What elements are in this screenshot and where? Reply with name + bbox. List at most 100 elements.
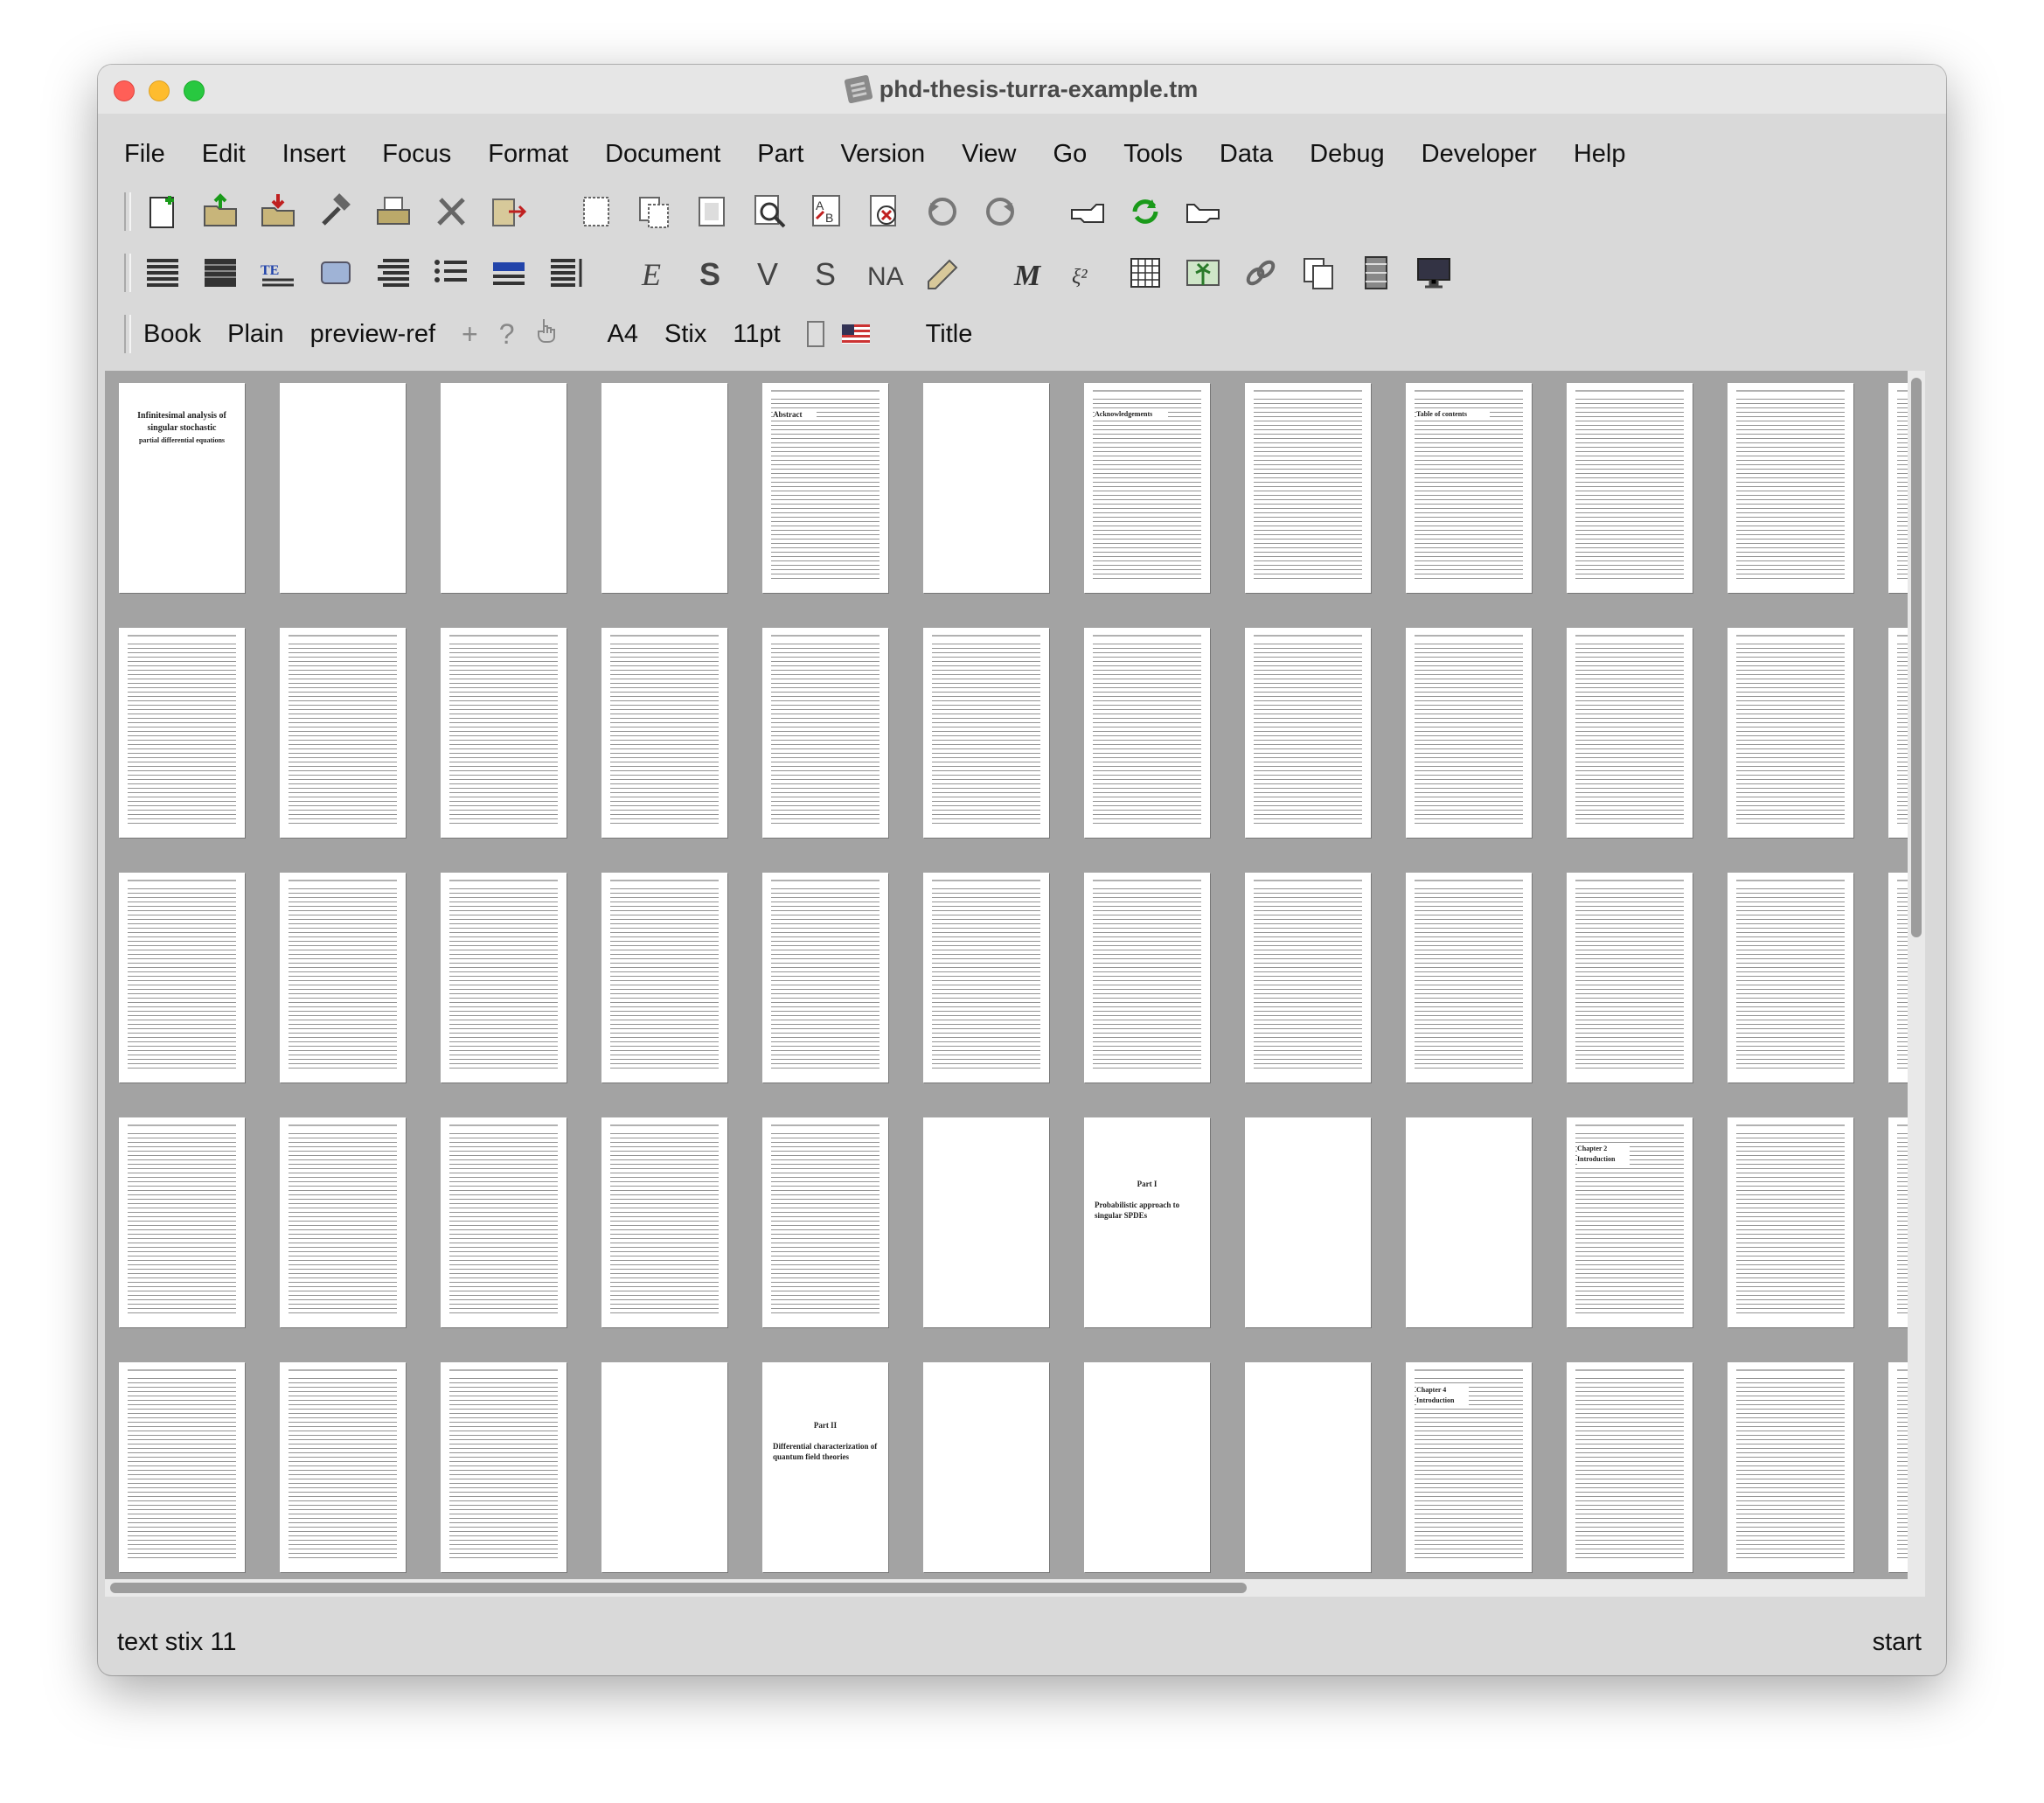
page-thumbnail[interactable] bbox=[1728, 1362, 1853, 1572]
page-thumbnail[interactable]: Infinitesimal analysis of singular stoch… bbox=[119, 383, 245, 593]
page-thumbnail[interactable] bbox=[1245, 628, 1371, 838]
hand-point-right-icon[interactable] bbox=[1184, 192, 1222, 231]
page-thumbnail[interactable] bbox=[601, 1117, 727, 1327]
color-swatch[interactable] bbox=[806, 321, 824, 347]
page-thumbnail[interactable] bbox=[1406, 873, 1532, 1082]
page-thumbnail[interactable] bbox=[1567, 1362, 1693, 1572]
verbatim-icon[interactable]: V bbox=[750, 254, 789, 292]
spell-check-icon[interactable]: AB bbox=[808, 192, 846, 231]
page-thumbnail[interactable] bbox=[280, 1362, 406, 1572]
font-selector[interactable]: Stix bbox=[664, 320, 706, 349]
page-thumbnail[interactable] bbox=[923, 1117, 1049, 1327]
page-thumbnail[interactable]: Part II Differential characterization of… bbox=[762, 1362, 888, 1572]
page-thumbnail[interactable] bbox=[601, 1362, 727, 1572]
copy-icon[interactable] bbox=[635, 192, 673, 231]
page-thumbnail[interactable]: Table of contents bbox=[1406, 383, 1532, 593]
indent-icon[interactable] bbox=[547, 254, 586, 292]
page-thumbnail[interactable] bbox=[280, 873, 406, 1082]
page-thumbnail[interactable] bbox=[441, 1117, 567, 1327]
page-thumbnail[interactable] bbox=[441, 1362, 567, 1572]
page-thumbnail[interactable] bbox=[601, 873, 727, 1082]
table-icon[interactable] bbox=[1126, 254, 1165, 292]
menu-tools[interactable]: Tools bbox=[1123, 140, 1183, 169]
page-thumbnail[interactable] bbox=[119, 873, 245, 1082]
page-thumbnail[interactable] bbox=[1567, 383, 1693, 593]
center-block-icon[interactable] bbox=[316, 254, 355, 292]
image-icon[interactable] bbox=[1184, 254, 1222, 292]
hand-pointer-icon[interactable] bbox=[536, 317, 559, 351]
menu-document[interactable]: Document bbox=[605, 140, 720, 169]
page-thumbnail[interactable] bbox=[1728, 383, 1853, 593]
menu-go[interactable]: Go bbox=[1053, 140, 1088, 169]
close-window-button[interactable] bbox=[114, 80, 135, 101]
menu-version[interactable]: Version bbox=[840, 140, 925, 169]
paper-size-selector[interactable]: A4 bbox=[608, 320, 638, 349]
page-thumbnail[interactable] bbox=[923, 1362, 1049, 1572]
page-thumbnail[interactable]: Acknowledgements bbox=[1084, 383, 1210, 593]
duplicate-icon[interactable] bbox=[1299, 254, 1338, 292]
toolbar-grip[interactable] bbox=[124, 192, 131, 231]
help-icon[interactable]: ? bbox=[499, 318, 515, 351]
page-thumbnail[interactable] bbox=[923, 628, 1049, 838]
page-thumbnail[interactable]: Chapter 2 Introduction bbox=[1567, 1117, 1693, 1327]
page-thumbnail[interactable] bbox=[1406, 1117, 1532, 1327]
page-thumbnail[interactable]: Part I Probabilistic approach to singula… bbox=[1084, 1117, 1210, 1327]
page-thumbnail[interactable] bbox=[280, 1117, 406, 1327]
page-thumbnail[interactable] bbox=[1245, 1362, 1371, 1572]
document-pages-view[interactable]: Infinitesimal analysis of singular stoch… bbox=[105, 371, 1925, 1597]
font-size-selector[interactable]: 11pt bbox=[733, 320, 780, 349]
page-thumbnail[interactable] bbox=[1567, 873, 1693, 1082]
pen-note-icon[interactable] bbox=[923, 254, 962, 292]
link-icon[interactable] bbox=[1241, 254, 1280, 292]
page-thumbnail[interactable] bbox=[1084, 628, 1210, 838]
menu-part[interactable]: Part bbox=[757, 140, 803, 169]
page-thumbnail[interactable] bbox=[1567, 628, 1693, 838]
menu-view[interactable]: View bbox=[962, 140, 1016, 169]
hand-point-left-icon[interactable] bbox=[1068, 192, 1107, 231]
page-thumbnail[interactable] bbox=[119, 1117, 245, 1327]
zoom-window-button[interactable] bbox=[184, 80, 205, 101]
page-thumbnail[interactable] bbox=[1245, 1117, 1371, 1327]
page-thumbnail[interactable] bbox=[280, 383, 406, 593]
language-flag-icon[interactable] bbox=[841, 324, 870, 344]
refresh-icon[interactable] bbox=[1126, 192, 1165, 231]
page-thumbnail[interactable] bbox=[1406, 628, 1532, 838]
menu-format[interactable]: Format bbox=[488, 140, 568, 169]
page-thumbnail[interactable] bbox=[1728, 873, 1853, 1082]
sample-icon[interactable]: S bbox=[808, 254, 846, 292]
page-thumbnail[interactable] bbox=[119, 1362, 245, 1572]
menu-debug[interactable]: Debug bbox=[1310, 140, 1384, 169]
print-icon[interactable] bbox=[374, 192, 413, 231]
itemize-icon[interactable] bbox=[432, 254, 470, 292]
cancel-icon[interactable] bbox=[866, 192, 904, 231]
menu-focus[interactable]: Focus bbox=[382, 140, 451, 169]
page-thumbnail[interactable] bbox=[762, 873, 888, 1082]
menu-data[interactable]: Data bbox=[1220, 140, 1273, 169]
add-package-icon[interactable]: + bbox=[462, 318, 478, 351]
emphasis-icon[interactable]: E bbox=[635, 254, 673, 292]
export-hammer-icon[interactable] bbox=[316, 192, 355, 231]
name-icon[interactable]: NA bbox=[866, 254, 904, 292]
session-monitor-icon[interactable] bbox=[1415, 254, 1453, 292]
package-selector[interactable]: preview-ref bbox=[310, 320, 435, 349]
page-thumbnail[interactable] bbox=[441, 628, 567, 838]
strong-icon[interactable]: S bbox=[692, 254, 731, 292]
horizontal-scroll-thumb[interactable] bbox=[110, 1583, 1247, 1593]
toolbar-grip-3[interactable] bbox=[124, 315, 131, 353]
undo-icon[interactable] bbox=[923, 192, 962, 231]
paste-icon[interactable] bbox=[692, 192, 731, 231]
page-thumbnail[interactable] bbox=[762, 628, 888, 838]
toolbar-grip-2[interactable] bbox=[124, 254, 131, 292]
page-thumbnail[interactable] bbox=[923, 873, 1049, 1082]
menu-insert[interactable]: Insert bbox=[282, 140, 346, 169]
open-folder-icon[interactable] bbox=[201, 192, 240, 231]
align-left-icon[interactable] bbox=[143, 254, 182, 292]
horizontal-scrollbar[interactable] bbox=[105, 1579, 1908, 1597]
page-thumbnail[interactable] bbox=[119, 628, 245, 838]
save-icon[interactable] bbox=[259, 192, 297, 231]
cut-icon[interactable] bbox=[577, 192, 615, 231]
menu-file[interactable]: File bbox=[124, 140, 165, 169]
script-icon[interactable]: ξ² bbox=[1068, 254, 1107, 292]
animation-film-icon[interactable] bbox=[1357, 254, 1395, 292]
redo-icon[interactable] bbox=[981, 192, 1019, 231]
